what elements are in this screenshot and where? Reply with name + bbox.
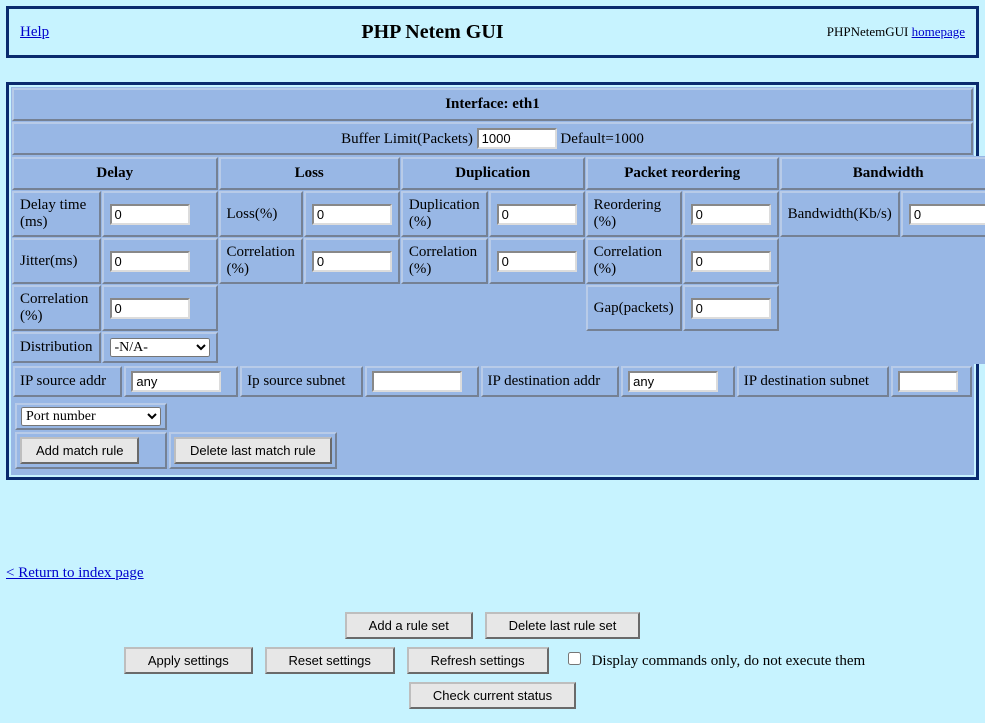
match-rule-table: IP source addr Ip source subnet IP desti… (11, 364, 974, 475)
interface-heading: Interface: eth1 (12, 88, 973, 121)
loss-input[interactable] (312, 204, 392, 225)
reord-corr-label: Correlation (%) (586, 238, 682, 284)
add-rule-set-button[interactable]: Add a rule set (345, 612, 473, 639)
help-link[interactable]: Help (20, 24, 49, 40)
bottom-controls: Add a rule set Delete last rule set Appl… (6, 612, 979, 709)
section-reordering: Packet reordering (586, 157, 779, 190)
section-delay: Delay (12, 157, 218, 190)
reord-label: Reordering (%) (586, 191, 682, 237)
empty-cell (219, 332, 985, 363)
delay-time-label: Delay time (ms) (12, 191, 101, 237)
ip-dst-subnet-input[interactable] (898, 371, 958, 392)
add-match-rule-button[interactable]: Add match rule (20, 437, 139, 464)
ip-src-label: IP source addr (13, 366, 122, 397)
bandwidth-input[interactable] (909, 204, 985, 225)
ip-dst-subnet-label: IP destination subnet (737, 366, 889, 397)
page-title: PHP Netem GUI (99, 15, 766, 49)
dup-input[interactable] (497, 204, 577, 225)
empty-cell (780, 238, 985, 284)
ip-dst-label: IP destination addr (481, 366, 620, 397)
delay-corr-label: Correlation (%) (12, 285, 101, 331)
section-loss: Loss (219, 157, 400, 190)
empty-cell (401, 285, 585, 331)
delay-time-input[interactable] (110, 204, 190, 225)
reord-input[interactable] (691, 204, 771, 225)
buffer-input[interactable] (477, 128, 557, 149)
gap-input[interactable] (691, 298, 771, 319)
delete-match-rule-button[interactable]: Delete last match rule (174, 437, 332, 464)
delay-corr-input[interactable] (110, 298, 190, 319)
return-link[interactable]: < Return to index page (6, 565, 979, 582)
buffer-label: Buffer Limit(Packets) (341, 131, 473, 147)
dup-corr-label: Correlation (%) (401, 238, 488, 284)
dup-corr-input[interactable] (497, 251, 577, 272)
header-bar: Help PHP Netem GUI PHPNetemGUI homepage (6, 6, 979, 58)
settings-grid: Delay Loss Duplication Packet reordering… (11, 156, 985, 364)
distribution-select[interactable]: -N/A- (110, 338, 210, 357)
brand-label: PHPNetemGUI (827, 24, 909, 39)
jitter-label: Jitter(ms) (12, 238, 101, 284)
delete-rule-set-button[interactable]: Delete last rule set (485, 612, 641, 639)
empty-cell (780, 285, 985, 331)
interface-table: Interface: eth1 Buffer Limit(Packets) De… (11, 87, 974, 156)
loss-label: Loss(%) (219, 191, 303, 237)
distribution-label: Distribution (12, 332, 101, 363)
ip-src-subnet-input[interactable] (372, 371, 462, 392)
reord-corr-input[interactable] (691, 251, 771, 272)
jitter-input[interactable] (110, 251, 190, 272)
dup-label: Duplication (%) (401, 191, 488, 237)
port-select[interactable]: Port number (21, 407, 161, 426)
section-duplication: Duplication (401, 157, 585, 190)
display-only-label: Display commands only, do not execute th… (592, 653, 866, 669)
bandwidth-label: Bandwidth(Kb/s) (780, 191, 900, 237)
apply-settings-button[interactable]: Apply settings (124, 647, 253, 674)
rule-panel: Interface: eth1 Buffer Limit(Packets) De… (6, 82, 979, 480)
loss-corr-label: Correlation (%) (219, 238, 303, 284)
gap-label: Gap(packets) (586, 285, 682, 331)
ip-src-input[interactable] (131, 371, 221, 392)
buffer-default: Default=1000 (560, 131, 643, 147)
check-status-button[interactable]: Check current status (409, 682, 576, 709)
reset-settings-button[interactable]: Reset settings (265, 647, 395, 674)
loss-corr-input[interactable] (312, 251, 392, 272)
ip-src-subnet-label: Ip source subnet (240, 366, 363, 397)
homepage-link[interactable]: homepage (912, 24, 965, 39)
refresh-settings-button[interactable]: Refresh settings (407, 647, 549, 674)
display-only-checkbox[interactable] (568, 652, 581, 665)
section-bandwidth: Bandwidth (780, 157, 985, 190)
empty-cell (219, 285, 400, 331)
ip-dst-input[interactable] (628, 371, 718, 392)
